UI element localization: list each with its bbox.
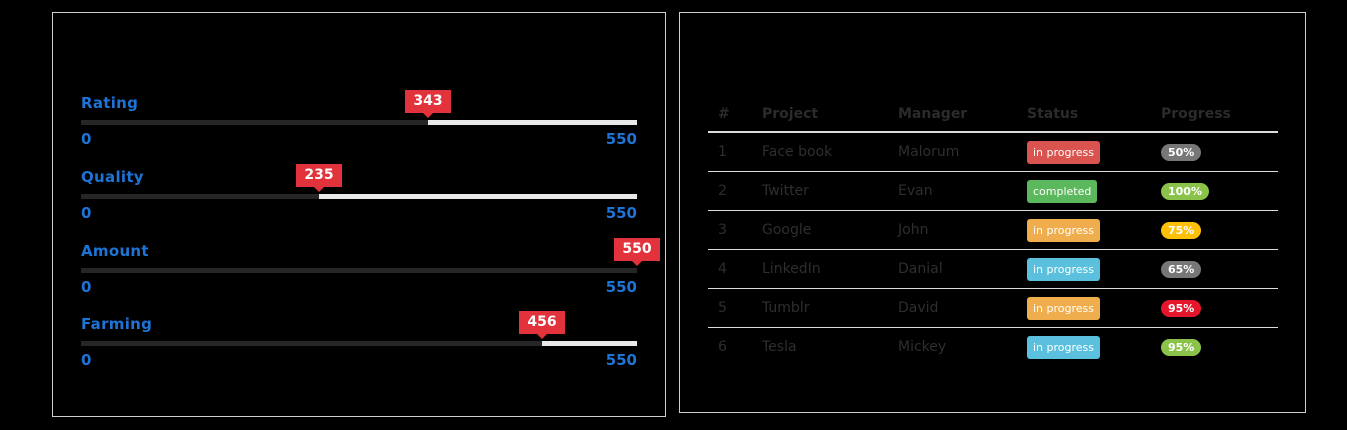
slider-track[interactable]: 235 <box>81 164 637 199</box>
row-status-cell: in progress <box>1017 328 1151 367</box>
row-progress-cell: 50% <box>1151 132 1278 172</box>
row-progress-cell: 95% <box>1151 328 1278 367</box>
row-num: 3 <box>708 210 752 250</box>
slider-quality: Quality 235 0 550 <box>81 164 637 238</box>
row-progress-cell: 95% <box>1151 288 1278 328</box>
row-manager: Mickey <box>898 339 947 355</box>
row-num: 5 <box>708 288 752 328</box>
table-row: 6 Tesla Mickey in progress 95% <box>708 328 1278 367</box>
sliders-panel: Rating 343 0 550 Quality 235 0 550 Amount 550 0 550… <box>52 12 666 417</box>
table-row: 2 Twitter Evan completed 100% <box>708 171 1278 211</box>
row-manager: Evan <box>888 171 1017 211</box>
slider-value-tag[interactable]: 550 <box>614 238 660 266</box>
slider-rating: Rating 343 0 550 <box>81 90 637 164</box>
row-manager: David <box>888 288 1017 328</box>
slider-label: Rating <box>81 94 139 112</box>
status-badge: in progress <box>1027 140 1101 164</box>
slider-max-label: 550 <box>605 204 637 222</box>
slider-min-label: 0 <box>81 130 92 148</box>
row-project: Tumblr <box>752 288 888 328</box>
slider-track[interactable]: 343 <box>81 90 637 125</box>
slider-max-label: 550 <box>605 130 637 148</box>
slider-value-tag[interactable]: 456 <box>519 311 565 339</box>
slider-farming: Farming 456 0 550 <box>81 311 637 385</box>
table-row: 1 Face book Malorum in progress 50% <box>708 132 1278 172</box>
projects-table: # Project Manager Status Progress 1 Face … <box>708 97 1278 366</box>
row-progress-cell: 75% <box>1151 210 1278 250</box>
slider-label: Farming <box>81 315 153 333</box>
slider-track[interactable]: 456 <box>81 311 637 346</box>
row-num: 2 <box>708 171 752 211</box>
slider-min-label: 0 <box>81 351 92 369</box>
status-badge: in progress <box>1027 335 1101 359</box>
header-progress: Progress <box>1151 97 1278 133</box>
projects-panel: # Project Manager Status Progress 1 Face … <box>679 12 1306 413</box>
slider-value-tag[interactable]: 343 <box>405 90 451 118</box>
table-body: 1 Face book Malorum in progress 50% 2 Twitter E… <box>708 132 1278 366</box>
row-project: Google <box>752 210 888 250</box>
row-project: Face book <box>752 132 888 172</box>
row-manager: Danial <box>888 249 1017 289</box>
progress-badge: 100% <box>1161 182 1209 200</box>
progress-badge: 65% <box>1161 260 1202 278</box>
slider-value-tag[interactable]: 235 <box>296 164 342 192</box>
table-row: 3 Google John in progress 75% <box>708 210 1278 250</box>
status-badge: in progress <box>1027 218 1101 242</box>
slider-fill <box>81 120 428 125</box>
row-status-cell: in progress <box>1017 210 1151 250</box>
row-status-cell: in progress <box>1017 132 1151 172</box>
header-num: # <box>708 97 752 133</box>
progress-badge: 95% <box>1161 299 1202 317</box>
row-project: Tesla <box>762 339 797 355</box>
status-badge: completed <box>1027 179 1098 203</box>
progress-badge: 50% <box>1161 143 1202 161</box>
row-status-cell: in progress <box>1017 249 1151 289</box>
row-progress-cell: 100% <box>1151 171 1278 211</box>
slider-fill <box>81 341 542 346</box>
slider-label: Quality <box>81 168 144 186</box>
row-num: 6 <box>718 339 727 355</box>
slider-fill <box>81 268 637 273</box>
progress-badge: 75% <box>1161 221 1202 239</box>
slider-track[interactable]: 550 <box>81 238 660 273</box>
slider-max-label: 550 <box>605 278 637 296</box>
row-project: Twitter <box>752 171 888 211</box>
table-row: 5 Tumblr David in progress 95% <box>708 288 1278 328</box>
row-status-cell: in progress <box>1017 288 1151 328</box>
row-num: 4 <box>708 249 752 289</box>
row-progress-cell: 65% <box>1151 249 1278 289</box>
slider-max-label: 550 <box>605 351 637 369</box>
row-manager: Malorum <box>888 132 1017 172</box>
slider-amount: Amount 550 0 550 <box>81 238 660 312</box>
row-status-cell: completed <box>1017 171 1151 211</box>
header-status: Status <box>1017 97 1151 133</box>
slider-fill <box>81 194 319 199</box>
status-badge: in progress <box>1027 296 1101 320</box>
row-num: 1 <box>708 132 752 172</box>
row-project: LinkedIn <box>752 249 888 289</box>
row-manager: John <box>888 210 1017 250</box>
header-project: Project <box>752 97 888 133</box>
header-manager: Manager <box>888 97 1017 133</box>
status-badge: in progress <box>1027 257 1101 281</box>
progress-badge: 95% <box>1161 338 1202 356</box>
slider-min-label: 0 <box>81 204 92 222</box>
slider-min-label: 0 <box>81 278 92 296</box>
table-row: 4 LinkedIn Danial in progress 65% <box>708 249 1278 289</box>
table-header-row: # Project Manager Status Progress <box>708 97 1278 133</box>
slider-label: Amount <box>81 242 149 260</box>
